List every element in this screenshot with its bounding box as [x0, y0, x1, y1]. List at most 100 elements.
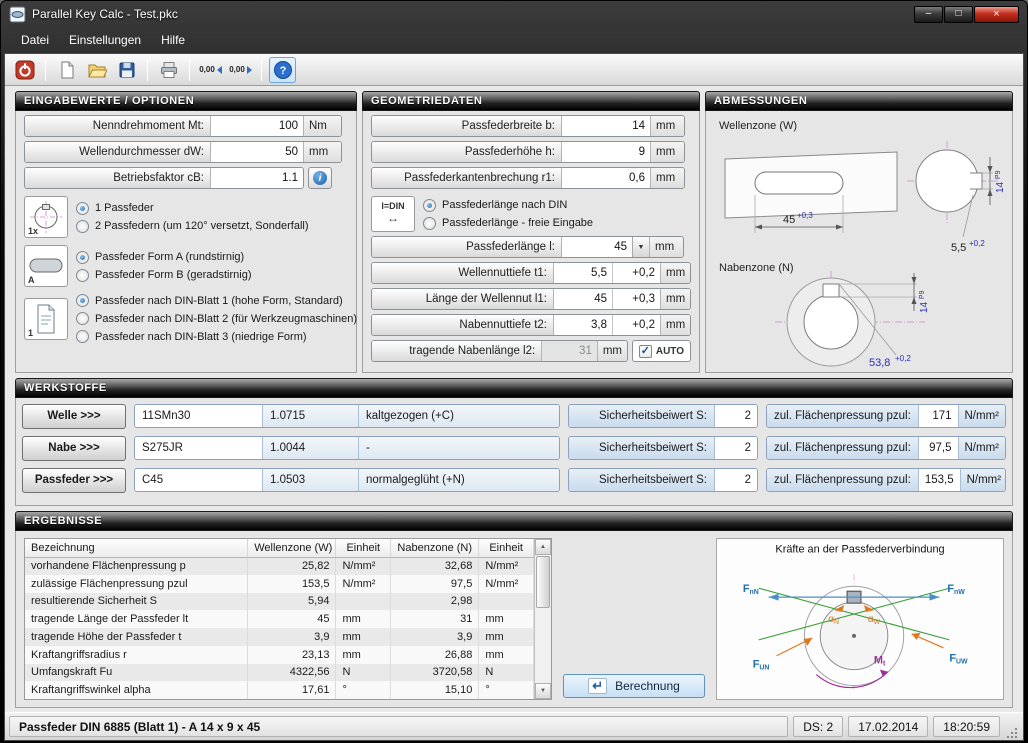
- scroll-down-button[interactable]: ▼: [535, 683, 551, 699]
- decimal-decrease-button[interactable]: 0,00: [227, 57, 254, 83]
- maximize-button[interactable]: □: [944, 6, 973, 23]
- results-panel-header: ERGEBNISSE: [15, 511, 1013, 531]
- hub-safety-label: Sicherheitsbeiwert S:: [569, 437, 715, 459]
- scrollbar-thumb[interactable]: [536, 556, 550, 608]
- shaft-diameter-input[interactable]: [211, 142, 303, 162]
- key-chamfer-row: Passfederkantenbrechung r1: mm: [371, 167, 691, 189]
- radio-length-free[interactable]: Passfederlänge - freie Eingabe: [423, 217, 593, 230]
- open-file-button[interactable]: [83, 57, 110, 83]
- radio-length-din[interactable]: Passfederlänge nach DIN: [423, 199, 593, 212]
- scrollbar-track[interactable]: [535, 555, 551, 683]
- new-file-button[interactable]: [53, 57, 80, 83]
- menu-hilfe[interactable]: Hilfe: [152, 29, 194, 51]
- hub-groove-depth-input[interactable]: [554, 315, 612, 335]
- decimal-increase-button[interactable]: 0,00: [197, 57, 224, 83]
- results-middle-column: ↵ Berechnung: [560, 538, 708, 700]
- close-button[interactable]: ×: [974, 6, 1019, 23]
- key-height-row: Passfederhöhe h: mm: [371, 141, 691, 163]
- shaft-diameter-field: Wellendurchmesser dW: mm: [24, 141, 342, 163]
- radio-form-b[interactable]: Passfeder Form B (geradstirnig): [76, 269, 252, 282]
- minimize-button[interactable]: –: [914, 6, 943, 23]
- key-pressure-label: zul. Flächenpressung pzul:: [767, 469, 919, 491]
- service-factor-input[interactable]: [211, 168, 303, 188]
- radio-icon: [76, 330, 89, 343]
- shaft-material-number: 1.0715: [263, 405, 359, 427]
- client-area: 0,00 0,00 ? EINGABEWERTE / OPTIONEN: [4, 53, 1024, 741]
- shaft-groove-depth-label: Wellennuttiefe t1:: [372, 263, 554, 283]
- key-material-number: 1.0503: [263, 469, 359, 491]
- shaft-diameter-label: Wellendurchmesser dW:: [25, 142, 211, 162]
- key-safety-group: Sicherheitsbeiwert S: 2: [568, 468, 758, 492]
- resize-grip[interactable]: [1005, 726, 1019, 740]
- table-row: Umfangskraft Fu 4322,56 N 3720,58 N: [25, 664, 534, 682]
- auto-label: AUTO: [656, 346, 684, 357]
- radio-one-key[interactable]: 1 Passfeder: [76, 202, 309, 215]
- help-button[interactable]: ?: [269, 57, 296, 83]
- material-row-shaft: Welle >>> 11SMn30 1.0715 kaltgezogen (+C…: [22, 403, 1006, 429]
- radio-two-keys[interactable]: 2 Passfedern (um 120° versetzt, Sonderfa…: [76, 220, 309, 233]
- hub-pressure-unit: N/mm²: [958, 437, 1006, 459]
- save-icon: [117, 60, 137, 80]
- shaft-groove-depth-field: Wellennuttiefe t1: +0,2 mm: [371, 262, 691, 284]
- key-length-input[interactable]: [562, 237, 632, 257]
- service-factor-row: Betriebsfaktor cB: i: [24, 167, 348, 189]
- checkbox-icon: ✓: [639, 345, 652, 358]
- key-length-unit: mm: [649, 237, 683, 257]
- shaft-groove-length-input[interactable]: [554, 289, 612, 309]
- key-form-iconbox: A: [24, 245, 68, 287]
- shaft-pressure-unit: N/mm²: [958, 405, 1006, 427]
- key-height-label: Passfederhöhe h:: [372, 142, 562, 162]
- key-chamfer-unit: mm: [650, 168, 684, 188]
- radio-din-blatt-2[interactable]: Passfeder nach DIN-Blatt 2 (für Werkzeug…: [76, 312, 348, 325]
- key-length-row: Passfederlänge l: ▼ mm: [371, 236, 691, 258]
- key-height-input[interactable]: [562, 142, 650, 162]
- shaft-diameter-unit: mm: [303, 142, 341, 162]
- key-pressure-group: zul. Flächenpressung pzul: 153,5 N/mm²: [766, 468, 1006, 492]
- radio-form-a[interactable]: Passfeder Form A (rundstirnig): [76, 251, 252, 264]
- status-time: 18:20:59: [933, 716, 1000, 737]
- menu-einstellungen[interactable]: Einstellungen: [60, 29, 150, 51]
- radio-icon: [76, 202, 89, 215]
- shaft-groove-depth-row: Wellennuttiefe t1: +0,2 mm: [371, 262, 691, 284]
- toolbar: 0,00 0,00 ?: [5, 54, 1023, 86]
- key-height-unit: mm: [650, 142, 684, 162]
- app-window: Parallel Key Calc - Test.pkc – □ × Datei…: [0, 0, 1028, 743]
- materials-panel: WERKSTOFFE Welle >>> 11SMn30 1.0715 kalt…: [15, 378, 1013, 506]
- hub-material-number: 1.0044: [263, 437, 359, 459]
- torque-input[interactable]: [211, 116, 303, 136]
- shaft-material-button[interactable]: Welle >>>: [22, 404, 126, 429]
- shaft-groove-depth-input[interactable]: [554, 263, 612, 283]
- radio-din-blatt-3[interactable]: Passfeder nach DIN-Blatt 3 (niedrige For…: [76, 330, 348, 343]
- save-button[interactable]: [113, 57, 140, 83]
- info-icon: i: [313, 171, 327, 185]
- materials-panel-header: WERKSTOFFE: [15, 378, 1013, 398]
- key-count-iconbox: 1x: [24, 196, 68, 238]
- key-safety-value: 2: [715, 469, 757, 491]
- hub-pressure-value: 97,5: [919, 437, 958, 459]
- col-einheit-n: Einheit: [479, 539, 534, 557]
- key-material-button[interactable]: Passfeder >>>: [22, 468, 126, 493]
- results-scrollbar[interactable]: ▲ ▼: [534, 539, 551, 699]
- length-mode-iconbox: l=DIN ↔: [371, 196, 415, 232]
- key-length-dropdown-button[interactable]: ▼: [632, 237, 649, 257]
- exit-button[interactable]: [11, 57, 38, 83]
- calculate-button[interactable]: ↵ Berechnung: [563, 674, 705, 698]
- toolbar-separator: [261, 59, 262, 81]
- hub-material-button[interactable]: Nabe >>>: [22, 436, 126, 461]
- radio-din-blatt-1[interactable]: Passfeder nach DIN-Blatt 1 (hohe Form, S…: [76, 294, 348, 307]
- key-chamfer-input[interactable]: [562, 168, 650, 188]
- hub-material-name: S275JR: [135, 437, 263, 459]
- key-width-input[interactable]: [562, 116, 650, 136]
- scroll-up-button[interactable]: ▲: [535, 539, 551, 555]
- radio-icon: [423, 217, 436, 230]
- svg-text:?: ?: [279, 65, 286, 77]
- shaft-pressure-label: zul. Flächenpressung pzul:: [767, 405, 919, 427]
- service-factor-info-button[interactable]: i: [308, 167, 332, 189]
- menu-datei[interactable]: Datei: [12, 29, 58, 51]
- dimensions-drawing: Wellenzone (W) 45 +0,3: [711, 115, 1007, 369]
- hub-length-auto-toggle[interactable]: ✓ AUTO: [632, 340, 691, 362]
- print-button[interactable]: [155, 57, 182, 83]
- torque-field: Nenndrehmoment Mt: Nm: [24, 115, 342, 137]
- hub-groove-depth-row: Nabennuttiefe t2: +0,2 mm: [371, 314, 691, 336]
- radio-icon: [76, 220, 89, 233]
